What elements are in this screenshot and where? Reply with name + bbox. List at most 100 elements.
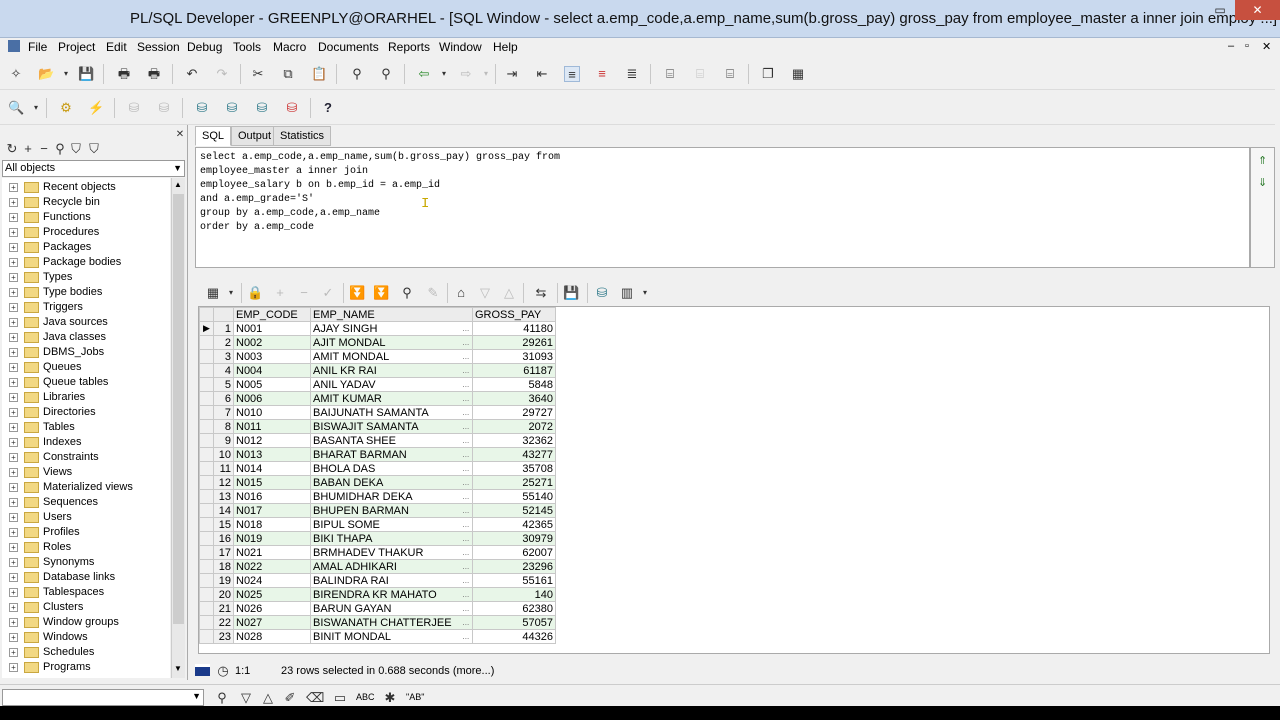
tree-scrollbar[interactable]: ▲ ▼ [171,178,185,678]
cell-emp-name[interactable]: BIRENDRA KR MAHATO [310,587,461,602]
chart-dropdown-icon[interactable]: ▾ [637,285,653,301]
export-icon[interactable]: ⇆ [533,285,549,301]
expand-icon[interactable]: + [9,423,18,432]
tree-item[interactable]: + Java sources [2,315,170,330]
post-changes-icon[interactable]: ✓ [320,285,336,301]
print-results-icon[interactable]: ⛁ [594,285,610,301]
last-page-icon[interactable]: ⏬ [373,285,389,301]
cell-emp-name[interactable]: AMAL ADHIKARI [310,559,461,574]
cell-gross-pay[interactable]: 61187 [472,363,556,378]
cell-expand-button[interactable]: ... [460,349,473,364]
tree-item[interactable]: + Roles [2,540,170,555]
cell-gross-pay[interactable]: 2072 [472,419,556,434]
cell-emp-name[interactable]: BRMHADEV THAKUR [310,545,461,560]
cell-emp-code[interactable]: N001 [233,321,311,336]
cell-emp-code[interactable]: N016 [233,489,311,504]
filter-icon[interactable]: ⛉ [68,141,84,157]
tree-item[interactable]: + Recent objects [2,180,170,195]
table-row[interactable]: 19 N024 BALINDRA RAI... 55161 [199,573,556,588]
cell-emp-name[interactable]: BHUPEN BARMAN [310,503,461,518]
cell-emp-code[interactable]: N028 [233,629,311,644]
cell-gross-pay[interactable]: 52145 [472,503,556,518]
tree-item[interactable]: + Window groups [2,615,170,630]
cell-gross-pay[interactable]: 55161 [472,573,556,588]
break-icon[interactable]: ⚡ [88,100,104,116]
case-sensitive-toggle[interactable]: ABC [356,692,375,702]
mdi-minimize-button[interactable]: – [1228,40,1234,52]
cell-emp-name[interactable]: BHUMIDHAR DEKA [310,489,461,504]
tree-item[interactable]: + Packages [2,240,170,255]
tree-item[interactable]: + Constraints [2,450,170,465]
cell-emp-code[interactable]: N004 [233,363,311,378]
cell-expand-button[interactable]: ... [460,559,473,574]
whole-word-icon[interactable]: ▭ [332,690,348,706]
cell-emp-name[interactable]: AJIT MONDAL [310,335,461,350]
cell-emp-code[interactable]: N005 [233,377,311,392]
cell-emp-name[interactable]: AJAY SINGH [310,321,461,336]
tree-item[interactable]: + Materialized views [2,480,170,495]
cell-gross-pay[interactable]: 140 [472,587,556,602]
redo-icon[interactable]: ↷ [214,66,230,82]
go-back-dropdown-icon[interactable]: ▾ [436,66,452,82]
cell-gross-pay[interactable]: 29727 [472,405,556,420]
tree-item[interactable]: + Programs [2,660,170,675]
tree-item[interactable]: + Procedures [2,225,170,240]
cut-icon[interactable]: ✂ [250,66,266,82]
tree-item[interactable]: + Queues [2,360,170,375]
cell-expand-button[interactable]: ... [460,461,473,476]
tree-item[interactable]: + Libraries [2,390,170,405]
cell-expand-button[interactable]: ... [460,377,473,392]
table-row[interactable]: 4 N004 ANIL KR RAI... 61187 [199,363,556,378]
tree-item[interactable]: + Types [2,270,170,285]
find-icon[interactable]: ⚲ [214,690,230,706]
cell-gross-pay[interactable]: 25271 [472,475,556,490]
cell-emp-name[interactable]: BIKI THAPA [310,531,461,546]
table-row[interactable]: 16 N019 BIKI THAPA... 30979 [199,531,556,546]
menu-reports[interactable]: Reports [388,40,430,54]
menu-session[interactable]: Session [137,40,180,54]
key-dropdown-icon[interactable]: ▾ [28,100,44,116]
tree-item[interactable]: + Clusters [2,600,170,615]
cell-emp-code[interactable]: N021 [233,545,311,560]
find-object-icon[interactable]: ⚲ [52,141,68,157]
grid-view-icon[interactable]: ▦ [205,285,221,301]
go-forward-icon[interactable]: ⇨ [458,66,474,82]
table-row[interactable]: 13 N016 BHUMIDHAR DEKA... 55140 [199,489,556,504]
expand-icon[interactable]: + [9,378,18,387]
edit-object-icon[interactable]: ⌸ [722,66,738,82]
expand-icon[interactable]: + [9,273,18,282]
add-icon[interactable]: + [20,141,36,157]
save-results-icon[interactable]: 💾 [563,285,579,301]
previous-record-icon[interactable]: △ [501,285,517,301]
cell-emp-name[interactable]: ANIL KR RAI [310,363,461,378]
format-icon[interactable]: ≣ [624,66,640,82]
expand-icon[interactable]: + [9,573,18,582]
cell-gross-pay[interactable]: 3640 [472,391,556,406]
expand-icon[interactable]: + [9,513,18,522]
cell-emp-name[interactable]: BIPUL SOME [310,517,461,532]
mdi-close-button[interactable]: ✕ [1262,40,1271,53]
print-preview-icon[interactable]: 🖶 [146,66,162,82]
expand-icon[interactable]: + [9,183,18,192]
menu-file[interactable]: File [28,40,47,54]
tree-item[interactable]: + Profiles [2,525,170,540]
expand-icon[interactable]: + [9,528,18,537]
close-panel-icon[interactable]: ✕ [172,127,188,143]
tree-item[interactable]: + Tables [2,420,170,435]
next-record-icon[interactable]: ▽ [477,285,493,301]
cell-emp-name[interactable]: BISWANATH CHATTERJEE [310,615,461,630]
cell-expand-button[interactable]: ... [460,405,473,420]
new-icon[interactable]: ✧ [8,66,24,82]
table-row[interactable]: 2 N002 AJIT MONDAL... 29261 [199,335,556,350]
find-icon[interactable]: ⚲ [349,66,365,82]
go-forward-dropdown-icon[interactable]: ▾ [478,66,494,82]
scrollbar-thumb[interactable] [173,194,184,624]
table-row[interactable]: 9 N012 BASANTA SHEE... 32362 [199,433,556,448]
expand-icon[interactable]: + [9,363,18,372]
comment-icon[interactable]: ≡ [564,66,580,82]
cell-gross-pay[interactable]: 42365 [472,517,556,532]
tree-item[interactable]: + Java classes [2,330,170,345]
cell-expand-button[interactable]: ... [460,321,473,336]
indent-icon[interactable]: ⇥ [504,66,520,82]
open-dropdown-icon[interactable]: ▾ [58,66,74,82]
